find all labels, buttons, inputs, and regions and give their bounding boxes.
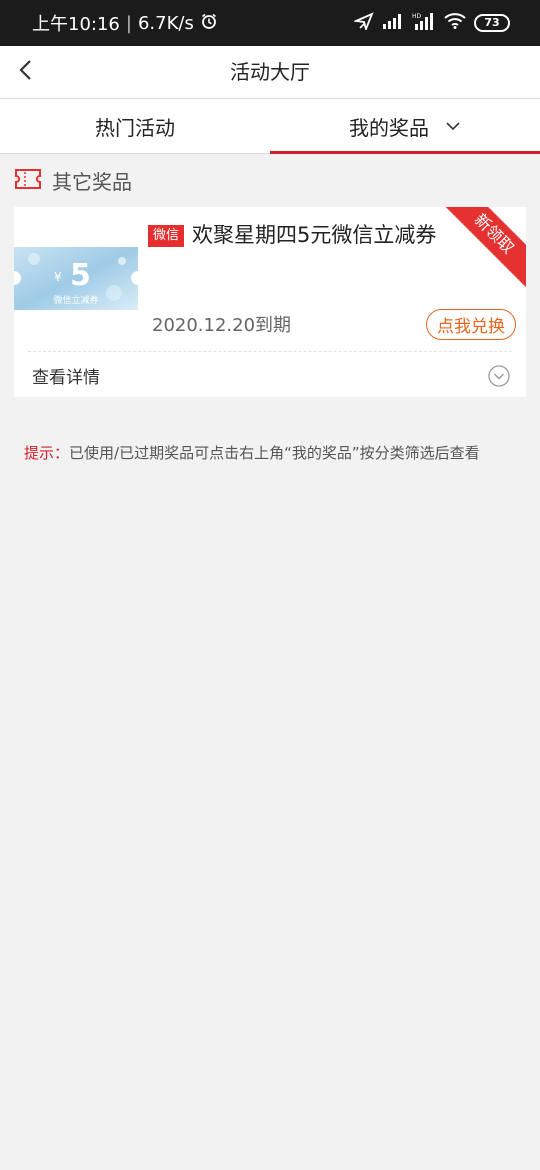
location-icon	[352, 12, 374, 34]
status-time: 上午10:16	[32, 14, 120, 35]
page-title: 活动大厅	[230, 60, 310, 84]
wifi-icon	[444, 13, 466, 33]
redeem-button[interactable]: 点我兑换	[426, 309, 516, 340]
battery-icon: 73	[474, 14, 510, 32]
section-title: 其它奖品	[52, 170, 132, 194]
wechat-tag: 微信	[148, 225, 185, 247]
tab-my-prizes[interactable]: 我的奖品	[270, 99, 540, 154]
expire-date: 2020.12.20到期	[152, 315, 292, 336]
view-details-label: 查看详情	[32, 368, 100, 388]
signal-icon	[382, 13, 404, 33]
chevron-down-circle-icon	[488, 365, 510, 391]
ticket-icon	[14, 168, 42, 194]
status-right: HD 73	[352, 12, 510, 34]
prize-card: ¥ 5 微信立减券 欢聚星期四5元微信立减券 微信 新领取 2020.12.20…	[14, 207, 526, 397]
tab-hot-activities[interactable]: 热门活动	[0, 99, 270, 153]
coupon-image: ¥ 5 微信立减券	[14, 247, 138, 310]
tip-content: 已使用/已过期奖品可点击右上角“我的奖品”按分类筛选后查看	[69, 444, 480, 462]
new-ribbon: 新领取	[440, 207, 526, 288]
prize-title: 欢聚星期四5元微信立减券	[192, 223, 437, 247]
tab-bar: 热门活动 我的奖品	[0, 99, 540, 154]
svg-text:5: 5	[70, 258, 91, 293]
view-details-row[interactable]: 查看详情	[14, 353, 526, 397]
tab-label: 热门活动	[95, 115, 175, 140]
hd-signal-icon: HD	[412, 12, 436, 34]
svg-text:HD: HD	[412, 13, 422, 20]
chevron-down-icon	[445, 121, 461, 131]
tip-text: 提示：已使用/已过期奖品可点击右上角“我的奖品”按分类筛选后查看	[24, 442, 480, 463]
card-divider	[28, 351, 512, 352]
svg-text:¥: ¥	[54, 270, 62, 284]
app-header: 活动大厅	[0, 46, 540, 99]
tab-label: 我的奖品	[349, 115, 429, 140]
status-bar: 上午10:16 | 6.7K/s HD 73	[0, 0, 540, 46]
status-left: 上午10:16 | 6.7K/s	[32, 10, 218, 36]
alarm-icon	[200, 12, 218, 35]
svg-text:微信立减券: 微信立减券	[53, 294, 98, 306]
tip-label: 提示：	[24, 444, 70, 462]
section-header: 其它奖品	[14, 166, 132, 195]
status-speed: 6.7K/s	[137, 12, 194, 34]
status-separator: |	[125, 12, 132, 34]
